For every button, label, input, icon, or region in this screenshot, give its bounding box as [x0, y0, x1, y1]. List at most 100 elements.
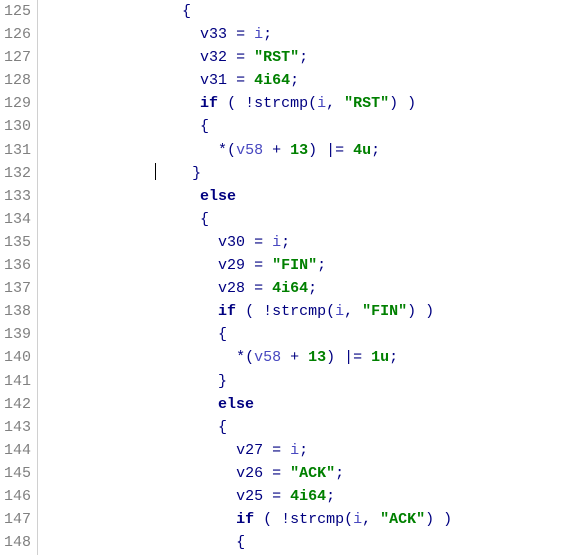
token-op: ; — [371, 142, 380, 159]
token-op: ; — [326, 488, 335, 505]
code-line[interactable]: { — [38, 208, 566, 231]
token-str: "FIN" — [272, 257, 317, 274]
token-op: = — [245, 280, 272, 297]
token-num: 4i64 — [290, 488, 326, 505]
line-number: 133 — [0, 185, 37, 208]
token-op: ; — [299, 442, 308, 459]
code-line[interactable]: else — [38, 185, 566, 208]
token-str: "RST" — [344, 95, 389, 112]
token-op: ; — [281, 234, 290, 251]
code-line[interactable]: { — [38, 531, 566, 554]
token-op: = — [227, 26, 254, 43]
token-op: ) ) — [425, 511, 452, 528]
code-line[interactable]: } — [38, 370, 566, 393]
code-line[interactable]: v33 = i; — [38, 23, 566, 46]
token-op: ( ! — [254, 511, 290, 528]
token-op: ; — [299, 49, 308, 66]
token-kw: if — [218, 303, 236, 320]
token-id: v29 — [218, 257, 245, 274]
token-op: ( — [326, 303, 335, 320]
code-line[interactable]: *(v58 + 13) |= 1u; — [38, 346, 566, 369]
code-line[interactable]: v25 = 4i64; — [38, 485, 566, 508]
line-number: 139 — [0, 323, 37, 346]
token-br: { — [200, 118, 209, 135]
token-str: "RST" — [254, 49, 299, 66]
line-number: 125 — [0, 0, 37, 23]
code-area[interactable]: { v33 = i; v32 = "RST"; v31 = 4i64; if (… — [38, 0, 566, 555]
token-var: v58 — [236, 142, 263, 159]
code-line[interactable]: if ( !strcmp(i, "RST") ) — [38, 92, 566, 115]
token-var: i — [290, 442, 299, 459]
code-line[interactable]: v26 = "ACK"; — [38, 462, 566, 485]
code-line[interactable]: { — [38, 416, 566, 439]
code-line[interactable]: v32 = "RST"; — [38, 46, 566, 69]
token-num: 13 — [290, 142, 308, 159]
line-number: 142 — [0, 393, 37, 416]
token-kw: if — [200, 95, 218, 112]
token-op: ; — [308, 280, 317, 297]
token-op: = — [263, 465, 290, 482]
token-br: { — [200, 211, 209, 228]
code-line[interactable]: { — [38, 323, 566, 346]
token-id: v26 — [236, 465, 263, 482]
code-line[interactable]: v29 = "FIN"; — [38, 254, 566, 277]
line-number: 137 — [0, 277, 37, 300]
token-num: 4u — [353, 142, 371, 159]
token-kw: if — [236, 511, 254, 528]
token-br: { — [218, 419, 227, 436]
token-str: "ACK" — [380, 511, 425, 528]
token-id: v31 — [200, 72, 227, 89]
token-kw: else — [218, 396, 254, 413]
line-number: 131 — [0, 139, 37, 162]
token-op: = — [263, 442, 290, 459]
token-var: i — [317, 95, 326, 112]
line-number: 127 — [0, 46, 37, 69]
token-var: i — [254, 26, 263, 43]
token-br: } — [218, 373, 227, 390]
token-op: *( — [218, 142, 236, 159]
code-line[interactable]: if ( !strcmp(i, "ACK") ) — [38, 508, 566, 531]
code-line[interactable]: v27 = i; — [38, 439, 566, 462]
line-number: 145 — [0, 462, 37, 485]
line-number-gutter: 1251261271281291301311321331341351361371… — [0, 0, 38, 555]
line-number: 128 — [0, 69, 37, 92]
token-str: "FIN" — [362, 303, 407, 320]
token-op: ; — [389, 349, 398, 366]
code-line[interactable]: else — [38, 393, 566, 416]
token-id: v33 — [200, 26, 227, 43]
token-br: } — [192, 165, 201, 182]
code-line[interactable]: v31 = 4i64; — [38, 69, 566, 92]
line-number: 138 — [0, 300, 37, 323]
token-op: ; — [335, 465, 344, 482]
token-op: , — [362, 511, 380, 528]
line-number: 148 — [0, 531, 37, 554]
code-editor[interactable]: 1251261271281291301311321331341351361371… — [0, 0, 566, 555]
code-line[interactable]: v28 = 4i64; — [38, 277, 566, 300]
token-id: v32 — [200, 49, 227, 66]
line-number: 126 — [0, 23, 37, 46]
line-number: 146 — [0, 485, 37, 508]
line-number: 141 — [0, 370, 37, 393]
line-number: 143 — [0, 416, 37, 439]
token-op: = — [245, 257, 272, 274]
token-var: v58 — [254, 349, 281, 366]
code-line[interactable]: } — [38, 162, 566, 185]
token-num: 4i64 — [272, 280, 308, 297]
line-number: 134 — [0, 208, 37, 231]
token-var: i — [272, 234, 281, 251]
code-line[interactable]: { — [38, 115, 566, 138]
token-op: ) |= — [308, 142, 353, 159]
token-op: = — [245, 234, 272, 251]
line-number: 144 — [0, 439, 37, 462]
code-line[interactable]: *(v58 + 13) |= 4u; — [38, 139, 566, 162]
token-op: ; — [317, 257, 326, 274]
line-number: 140 — [0, 346, 37, 369]
code-line[interactable]: v30 = i; — [38, 231, 566, 254]
token-op: + — [281, 349, 308, 366]
code-line[interactable]: { — [38, 0, 566, 23]
token-num: 4i64 — [254, 72, 290, 89]
line-number: 130 — [0, 115, 37, 138]
token-op: , — [344, 303, 362, 320]
code-line[interactable]: if ( !strcmp(i, "FIN") ) — [38, 300, 566, 323]
token-id: v30 — [218, 234, 245, 251]
